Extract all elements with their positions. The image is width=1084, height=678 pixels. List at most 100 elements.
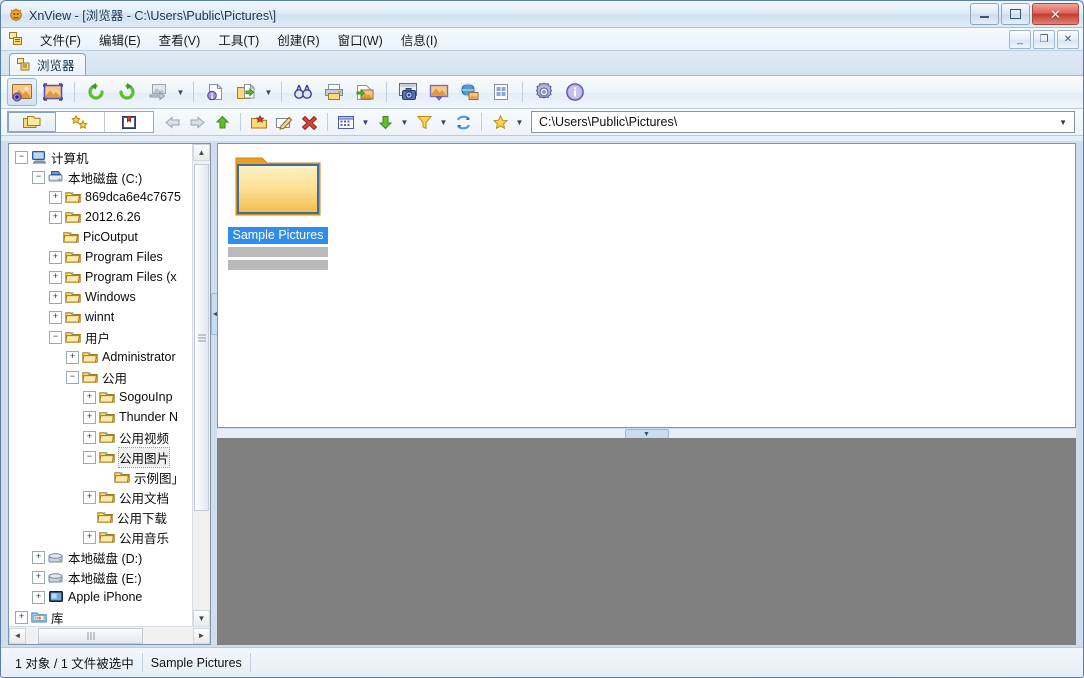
tree-node[interactable]: +869dca6e4c7675 <box>9 187 193 207</box>
tree-node[interactable]: + Administrator <box>9 347 193 367</box>
menu-edit[interactable]: 编辑(E) <box>90 28 150 51</box>
batch-convert-icon[interactable] <box>350 78 380 106</box>
expand-icon[interactable]: + <box>32 590 45 604</box>
mdi-minimize-button[interactable]: _ <box>1009 30 1031 49</box>
menu-window[interactable]: 窗口(W) <box>329 28 392 51</box>
vertical-scroll-thumb[interactable] <box>194 164 209 511</box>
tree-node[interactable]: − 计算机 <box>9 147 193 167</box>
tree-node[interactable]: PicOutput <box>9 227 193 247</box>
view-mode-icon[interactable] <box>334 111 358 133</box>
expand-icon[interactable]: + <box>49 270 62 284</box>
tree-horizontal-scrollbar[interactable]: ◄ ► <box>9 626 210 644</box>
preview-pane[interactable] <box>217 438 1076 645</box>
print-icon[interactable] <box>319 78 349 106</box>
tree-node[interactable]: + 库 <box>9 607 193 627</box>
collapse-icon[interactable]: − <box>15 150 28 164</box>
scroll-down-button[interactable]: ▼ <box>193 610 210 627</box>
tree-node[interactable]: − 公用图片 <box>9 446 193 468</box>
filter-icon[interactable] <box>412 111 436 133</box>
scroll-left-button[interactable]: ◄ <box>9 627 26 644</box>
horizontal-splitter[interactable]: ▼ <box>217 429 1076 439</box>
tree-node[interactable]: − 用户 <box>9 327 193 347</box>
tree-node[interactable]: + 公用视频 <box>9 427 193 447</box>
catalog-mode-icon[interactable] <box>105 112 153 132</box>
forward-icon[interactable] <box>185 111 209 133</box>
chevron-down-icon[interactable]: ▼ <box>1059 118 1067 127</box>
screen-capture-icon[interactable] <box>393 78 423 106</box>
show-viewer-icon[interactable] <box>38 78 68 106</box>
expand-icon[interactable]: + <box>83 430 96 444</box>
collapse-icon[interactable]: − <box>83 450 96 464</box>
folder-tree[interactable]: − 计算机 − 本地磁盘 (C:) +869dca6e4c7675 +2012.6.26 P… <box>9 144 193 627</box>
collapse-icon[interactable]: − <box>32 170 45 184</box>
tree-node[interactable]: − 本地磁盘 (C:) <box>9 167 193 187</box>
expand-icon[interactable]: + <box>49 190 62 204</box>
favorites-mode-icon[interactable] <box>56 112 105 132</box>
expand-icon[interactable]: + <box>83 410 96 424</box>
slideshow-icon[interactable] <box>424 78 454 106</box>
expand-icon[interactable]: + <box>83 530 96 544</box>
expand-icon[interactable]: + <box>49 250 62 264</box>
close-button[interactable]: ✕ <box>1032 3 1079 25</box>
tree-node[interactable]: 示例图」 <box>9 467 193 487</box>
menu-view[interactable]: 查看(V) <box>150 28 210 51</box>
collapse-icon[interactable]: − <box>49 330 62 344</box>
menu-create[interactable]: 创建(R) <box>268 28 328 51</box>
address-bar[interactable]: C:\Users\Public\Pictures\ ▼ <box>531 111 1075 133</box>
expand-icon[interactable]: + <box>83 390 96 404</box>
collapse-icon[interactable]: − <box>66 370 79 384</box>
minimize-button[interactable] <box>970 3 999 25</box>
expand-icon[interactable]: + <box>83 490 96 504</box>
search-icon[interactable] <box>288 78 318 106</box>
export-folder-icon[interactable] <box>231 78 261 106</box>
sort-icon[interactable] <box>373 111 397 133</box>
tree-node[interactable]: + winnt <box>9 307 193 327</box>
mdi-close-button[interactable]: ✕ <box>1057 30 1079 49</box>
mdi-restore-button[interactable]: ❐ <box>1033 30 1055 49</box>
contact-sheet-icon[interactable] <box>486 78 516 106</box>
tree-node[interactable]: + Program Files <box>9 247 193 267</box>
folder-tree-mode-icon[interactable] <box>8 112 56 132</box>
about-info-icon[interactable] <box>560 78 590 106</box>
window-list-icon[interactable] <box>9 32 25 46</box>
expand-icon[interactable]: + <box>49 290 62 304</box>
web-page-icon[interactable] <box>455 78 485 106</box>
filter-dropdown-arrow[interactable]: ▼ <box>437 111 450 133</box>
expand-icon[interactable]: + <box>49 210 62 224</box>
expand-icon[interactable]: + <box>66 350 79 364</box>
favorite-star-icon[interactable] <box>488 111 512 133</box>
tree-node[interactable]: 公用下载 <box>9 507 193 527</box>
tree-vertical-scrollbar[interactable]: ▲ ▼ <box>192 144 210 627</box>
refresh-icon[interactable] <box>451 111 475 133</box>
menu-info[interactable]: 信息(I) <box>392 28 447 51</box>
up-icon[interactable] <box>210 111 234 133</box>
maximize-button[interactable] <box>1001 3 1030 25</box>
file-info-icon[interactable] <box>200 78 230 106</box>
tree-node[interactable]: +2012.6.26 <box>9 207 193 227</box>
tree-node[interactable]: + Windows <box>9 287 193 307</box>
back-icon[interactable] <box>160 111 184 133</box>
scroll-up-button[interactable]: ▲ <box>193 144 210 161</box>
expand-icon[interactable]: + <box>15 610 28 624</box>
tree-node[interactable]: + 本地磁盘 (D:) <box>9 547 193 567</box>
list-item[interactable]: Sample Pictures <box>228 150 328 270</box>
delete-icon[interactable] <box>297 111 321 133</box>
settings-gear-icon[interactable] <box>529 78 559 106</box>
tree-node[interactable]: + Apple iPhone <box>9 587 193 607</box>
expand-icon[interactable]: + <box>32 550 45 564</box>
menu-tools[interactable]: 工具(T) <box>209 28 268 51</box>
scroll-right-button[interactable]: ► <box>193 627 210 644</box>
horizontal-scroll-thumb[interactable] <box>38 627 143 644</box>
rotate-left-icon[interactable] <box>81 78 111 106</box>
menu-file[interactable]: 文件(F) <box>31 28 90 51</box>
tab-browser[interactable]: 浏览器 <box>9 53 86 75</box>
h-scroll-track[interactable] <box>26 627 193 644</box>
convert-icon[interactable] <box>143 78 173 106</box>
rotate-right-icon[interactable] <box>112 78 142 106</box>
tree-node[interactable]: + Program Files (x <box>9 267 193 287</box>
expand-icon[interactable]: + <box>32 570 45 584</box>
tree-node[interactable]: + 公用音乐 <box>9 527 193 547</box>
tree-node[interactable]: + 本地磁盘 (E:) <box>9 567 193 587</box>
show-browser-icon[interactable] <box>7 78 37 106</box>
expand-icon[interactable]: + <box>49 310 62 324</box>
